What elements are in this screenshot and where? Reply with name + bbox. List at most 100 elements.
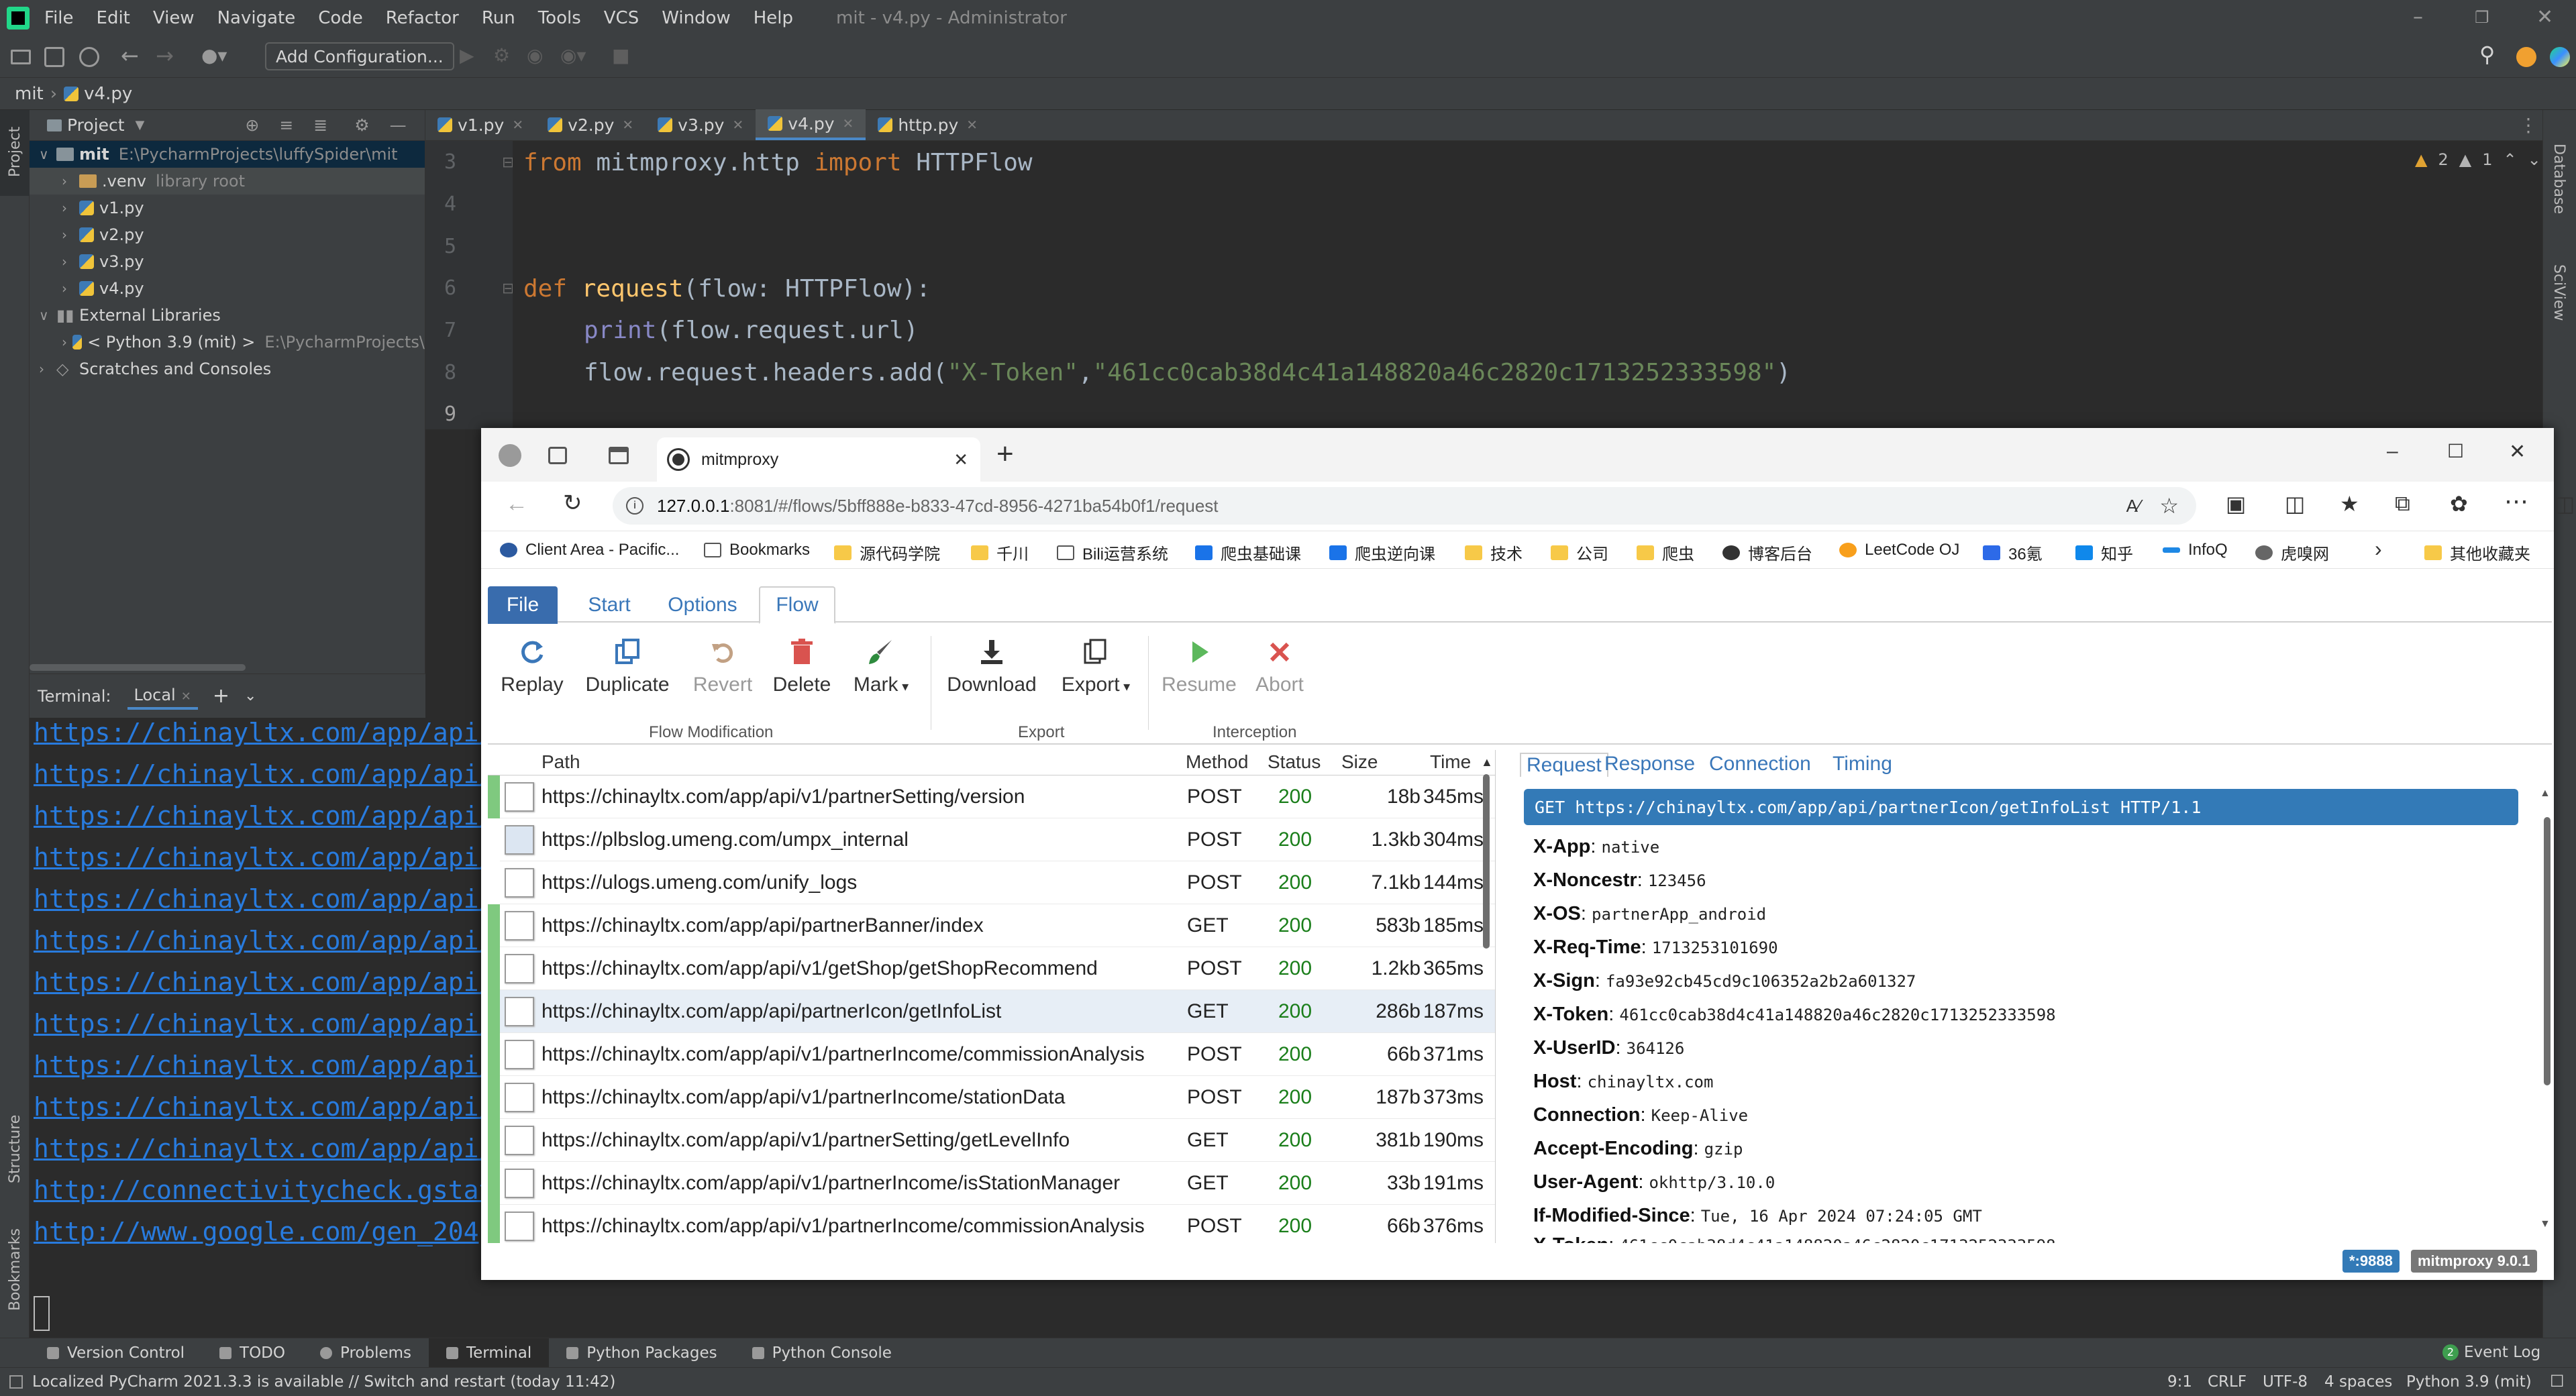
chevron-down-icon[interactable]: ⌄ bbox=[244, 688, 256, 704]
database-stripe-label[interactable]: Database bbox=[2551, 144, 2567, 214]
mitm-tab-start[interactable]: Start bbox=[572, 586, 646, 624]
close-tab-icon[interactable]: ✕ bbox=[181, 690, 191, 704]
collections-icon[interactable]: ⧉ bbox=[2395, 491, 2410, 517]
close-tab-icon[interactable]: ✕ bbox=[954, 449, 968, 470]
chevron-right-icon[interactable]: › bbox=[62, 280, 79, 297]
flow-table-scrollbar[interactable] bbox=[1483, 774, 1490, 949]
address-bar[interactable]: i 127.0.0.1:8081/#/flows/5bff888e-b833-4… bbox=[613, 487, 2196, 525]
terminal-link[interactable]: https://chinayltx.com/app/api/ bbox=[34, 1051, 494, 1080]
debug-icon[interactable]: ⚙ bbox=[493, 44, 510, 66]
terminal-link[interactable]: https://chinayltx.com/app/api/ bbox=[34, 1134, 494, 1163]
chevron-down-icon[interactable]: ∨ bbox=[39, 146, 56, 162]
minimize-icon[interactable]: – bbox=[2387, 440, 2398, 463]
bookmark-item[interactable]: 虎嗅网 bbox=[2255, 541, 2329, 564]
tool-python-console[interactable]: Python Console bbox=[735, 1338, 909, 1368]
tree-item-v4[interactable]: › v4.py bbox=[30, 275, 425, 302]
download-button[interactable]: Download bbox=[941, 637, 1042, 696]
chevron-down-icon[interactable]: ∨ bbox=[39, 307, 56, 323]
favorite-star-icon[interactable]: ☆ bbox=[2159, 493, 2179, 519]
delete-button[interactable]: Delete bbox=[768, 637, 835, 696]
detail-tab-connection[interactable]: Connection bbox=[1709, 753, 1811, 775]
expand-all-icon[interactable]: ≡ bbox=[279, 115, 293, 135]
indent-setting[interactable]: 4 spaces bbox=[2324, 1373, 2392, 1391]
bookmark-item[interactable]: Bili运营系统 bbox=[1057, 541, 1168, 564]
menu-navigate[interactable]: Navigate bbox=[217, 8, 296, 28]
copilot-icon[interactable]: ✿ bbox=[2450, 491, 2468, 517]
close-window-icon[interactable]: ✕ bbox=[2509, 440, 2526, 464]
previous-highlight-icon[interactable]: ⌃ bbox=[2504, 150, 2517, 169]
menu-window[interactable]: Window bbox=[662, 8, 731, 28]
tab-v2[interactable]: v2.py ✕ bbox=[535, 109, 646, 140]
resume-button[interactable]: Resume bbox=[1159, 637, 1239, 696]
tool-terminal[interactable]: Terminal bbox=[429, 1338, 550, 1368]
inspection-widget[interactable]: ▲ 2 ▲ 1 ⌃ ⌄ bbox=[2415, 150, 2541, 169]
favorites-icon[interactable]: ★ bbox=[2340, 491, 2359, 517]
mitm-tab-options[interactable]: Options bbox=[656, 586, 750, 624]
bookmark-item[interactable]: 博客后台 bbox=[1722, 541, 1812, 564]
stop-icon[interactable]: ■ bbox=[612, 44, 629, 66]
maximize-icon[interactable]: ☐ bbox=[2447, 440, 2464, 462]
event-log-button[interactable]: 2 Event Log bbox=[2442, 1344, 2540, 1361]
flow-row[interactable]: https://chinayltx.com/app/api/v1/partner… bbox=[488, 1033, 1495, 1076]
workspaces-icon[interactable] bbox=[548, 447, 567, 464]
structure-stripe-label[interactable]: Structure bbox=[7, 1115, 23, 1183]
read-aloud-icon[interactable]: A⁄ bbox=[2126, 496, 2141, 517]
tab-http[interactable]: http.py ✕ bbox=[866, 109, 990, 140]
chevron-right-icon[interactable]: › bbox=[62, 254, 79, 270]
close-icon[interactable]: ✕ bbox=[2536, 5, 2553, 29]
bookmark-item[interactable]: InfoQ bbox=[2163, 541, 2228, 559]
flow-row[interactable]: https://chinayltx.com/app/api/v1/partner… bbox=[488, 1205, 1495, 1243]
profile-icon[interactable]: ◉▾ bbox=[560, 44, 586, 66]
restore-icon[interactable]: ❐ bbox=[2475, 8, 2489, 27]
tool-python-packages[interactable]: Python Packages bbox=[549, 1338, 734, 1368]
request-line[interactable]: GET https://chinayltx.com/app/api/partne… bbox=[1524, 789, 2518, 825]
bookmark-item[interactable]: 公司 bbox=[1551, 541, 1608, 564]
terminal-output[interactable]: https://chinayltx.com/app/api/ https://c… bbox=[30, 718, 494, 1338]
flow-row[interactable]: https://chinayltx.com/app/api/v1/partner… bbox=[488, 1119, 1495, 1162]
scroll-up-icon[interactable]: ▲ bbox=[1481, 755, 1493, 769]
tree-root-mit[interactable]: ∨ mit E:\PycharmProjects\luffySpider\mit bbox=[30, 141, 425, 168]
menu-edit[interactable]: Edit bbox=[97, 8, 130, 28]
mitm-tab-flow[interactable]: Flow bbox=[759, 586, 835, 624]
next-highlight-icon[interactable]: ⌄ bbox=[2528, 150, 2541, 169]
terminal-link[interactable]: http://www.google.com/gen_204 bbox=[34, 1217, 478, 1246]
terminal-link[interactable]: https://chinayltx.com/app/api/ bbox=[34, 801, 494, 830]
line-separator[interactable]: CRLF bbox=[2208, 1373, 2247, 1391]
flow-row[interactable]: https://chinayltx.com/app/api/v1/partner… bbox=[488, 1076, 1495, 1119]
menu-refactor[interactable]: Refactor bbox=[386, 8, 459, 28]
save-icon[interactable] bbox=[44, 47, 64, 67]
flow-row[interactable]: https://chinayltx.com/app/api/v1/partner… bbox=[488, 1162, 1495, 1205]
tree-item-venv[interactable]: › .venv library root bbox=[30, 168, 425, 195]
tree-item-v1[interactable]: › v1.py bbox=[30, 195, 425, 221]
update-icon[interactable] bbox=[2516, 47, 2536, 67]
info-icon[interactable]: i bbox=[626, 497, 643, 515]
flow-row[interactable]: https://chinayltx.com/app/api/v1/partner… bbox=[488, 775, 1495, 818]
more-tabs-icon[interactable]: ⋮ bbox=[2519, 114, 2538, 136]
tab-v1[interactable]: v1.py ✕ bbox=[425, 109, 535, 140]
python-interpreter[interactable]: Python 3.9 (mit) bbox=[2406, 1373, 2532, 1391]
locate-icon[interactable]: ⊕ bbox=[245, 115, 259, 135]
caret-position[interactable]: 9:1 bbox=[2167, 1373, 2192, 1391]
tab-actions-icon[interactable] bbox=[609, 447, 629, 464]
minimize-icon[interactable]: – bbox=[2413, 5, 2423, 29]
bookmark-item[interactable]: 千川 bbox=[971, 541, 1029, 564]
column-status[interactable]: Status bbox=[1268, 751, 1321, 773]
flow-row[interactable]: https://chinayltx.com/app/api/v1/getShop… bbox=[488, 947, 1495, 990]
column-path[interactable]: Path bbox=[542, 751, 580, 773]
revert-button[interactable]: Revert bbox=[689, 637, 756, 696]
bookmarks-stripe-label[interactable]: Bookmarks bbox=[7, 1228, 23, 1311]
project-stripe-label[interactable]: Project bbox=[7, 127, 23, 177]
breadcrumb-file[interactable]: v4.py bbox=[84, 84, 132, 104]
mark-button[interactable]: Mark ▾ bbox=[847, 637, 915, 696]
breadcrumb-project[interactable]: mit bbox=[15, 84, 44, 104]
bookmark-item[interactable]: Client Area - Pacific... bbox=[500, 541, 679, 559]
close-tab-icon[interactable]: ✕ bbox=[732, 117, 743, 133]
profile-avatar[interactable] bbox=[499, 444, 521, 467]
close-tab-icon[interactable]: ✕ bbox=[843, 115, 854, 131]
menu-vcs[interactable]: VCS bbox=[604, 8, 639, 28]
hide-panel-icon[interactable]: — bbox=[390, 115, 407, 135]
tab-v4[interactable]: v4.py ✕ bbox=[756, 109, 866, 140]
back-icon[interactable]: ← bbox=[121, 43, 139, 68]
bookmark-item[interactable]: LeetCode OJ bbox=[1839, 541, 1959, 559]
browser-tab-mitmproxy[interactable]: mitmproxy ✕ bbox=[657, 437, 980, 482]
